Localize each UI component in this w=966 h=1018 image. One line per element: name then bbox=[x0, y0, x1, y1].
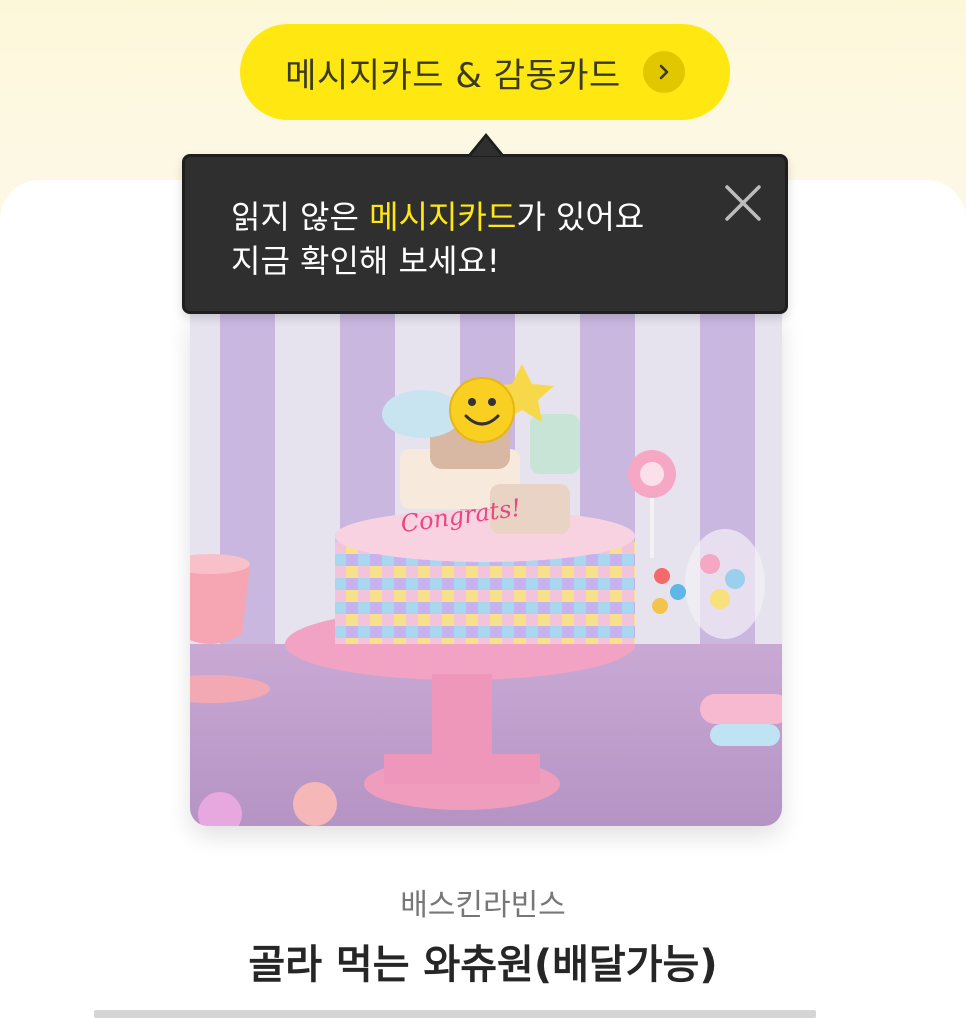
cake-photo: Congrats! bbox=[190, 314, 782, 826]
product-image[interactable]: Congrats! bbox=[190, 314, 782, 826]
chevron-right-icon bbox=[642, 51, 685, 93]
unread-message-tooltip: 읽지 않은 메시지카드가 있어요 지금 확인해 보세요! bbox=[182, 154, 788, 314]
message-card-button[interactable]: 메시지카드 & 감동카드 bbox=[240, 24, 730, 120]
tooltip-message: 읽지 않은 메시지카드가 있어요 지금 확인해 보세요! bbox=[231, 195, 644, 283]
tooltip-line1-prefix: 읽지 않은 bbox=[231, 198, 370, 236]
bottom-divider bbox=[94, 1010, 816, 1018]
tooltip-highlight: 메시지카드 bbox=[369, 198, 517, 236]
tooltip-line1-suffix: 가 있어요 bbox=[516, 198, 645, 236]
tooltip-pointer bbox=[471, 137, 501, 156]
tooltip-line-2: 지금 확인해 보세요! bbox=[231, 242, 500, 280]
product-name[interactable]: 골라 먹는 와츄원(배달가능) bbox=[0, 932, 966, 990]
product-brand: 배스킨라빈스 bbox=[400, 888, 566, 923]
message-card-button-label: 메시지카드 & 감동카드 bbox=[285, 55, 621, 96]
close-icon[interactable] bbox=[721, 181, 765, 225]
tooltip-line-1: 읽지 않은 메시지카드가 있어요 bbox=[231, 195, 644, 239]
